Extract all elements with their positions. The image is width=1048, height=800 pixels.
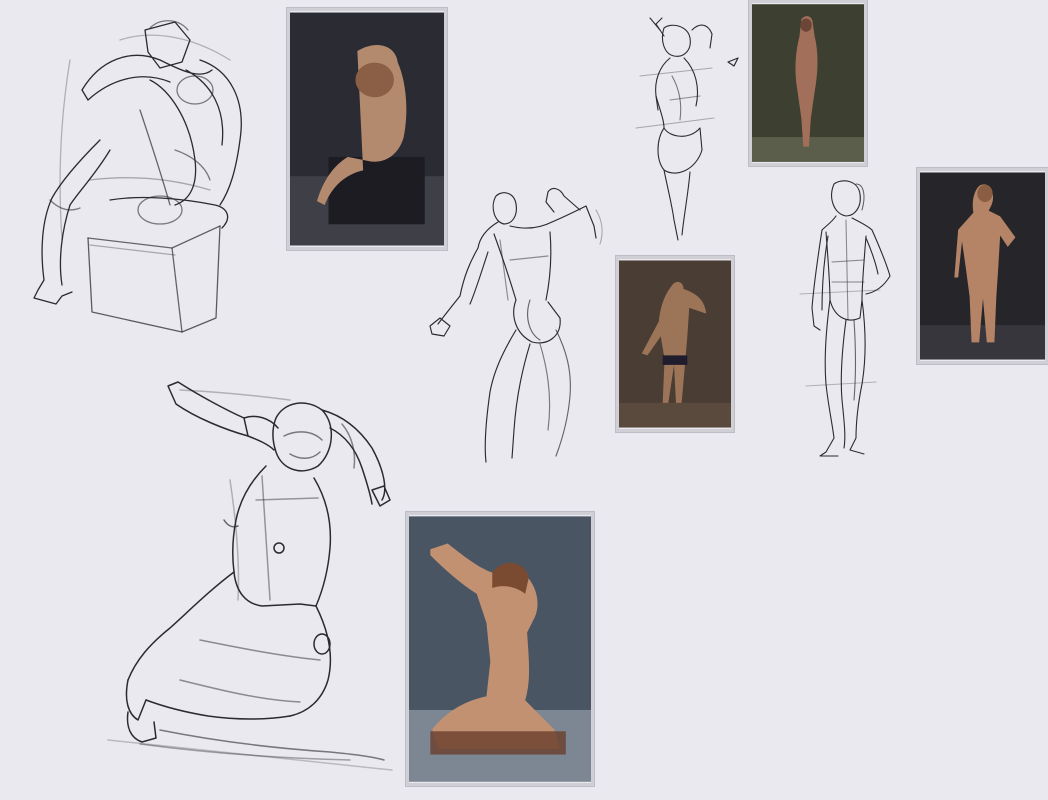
sketch-back-view-figure (429, 187, 603, 463)
photo-image (409, 516, 591, 782)
reference-photo-standing-back-view[interactable] (616, 256, 734, 432)
drawing-canvas[interactable] (0, 0, 1048, 800)
photo-image (752, 4, 864, 162)
sketch-kneeling-figure (107, 381, 393, 771)
reference-photo-standing-arms-up[interactable] (749, 0, 867, 166)
reference-photo-crouched-on-block[interactable] (287, 8, 447, 250)
photo-image (619, 260, 731, 428)
triangle-cursor-icon (727, 57, 739, 67)
photo-image (290, 12, 444, 246)
sketch-hand-on-hip-figure (799, 180, 891, 457)
reference-photo-standing-hand-on-hip[interactable] (917, 168, 1048, 364)
sketch-arms-up-figure (635, 17, 715, 241)
sketch-crouched-figure (33, 20, 242, 333)
photo-image (920, 172, 1045, 360)
reference-photo-kneeling-arms-raised[interactable] (406, 512, 594, 786)
